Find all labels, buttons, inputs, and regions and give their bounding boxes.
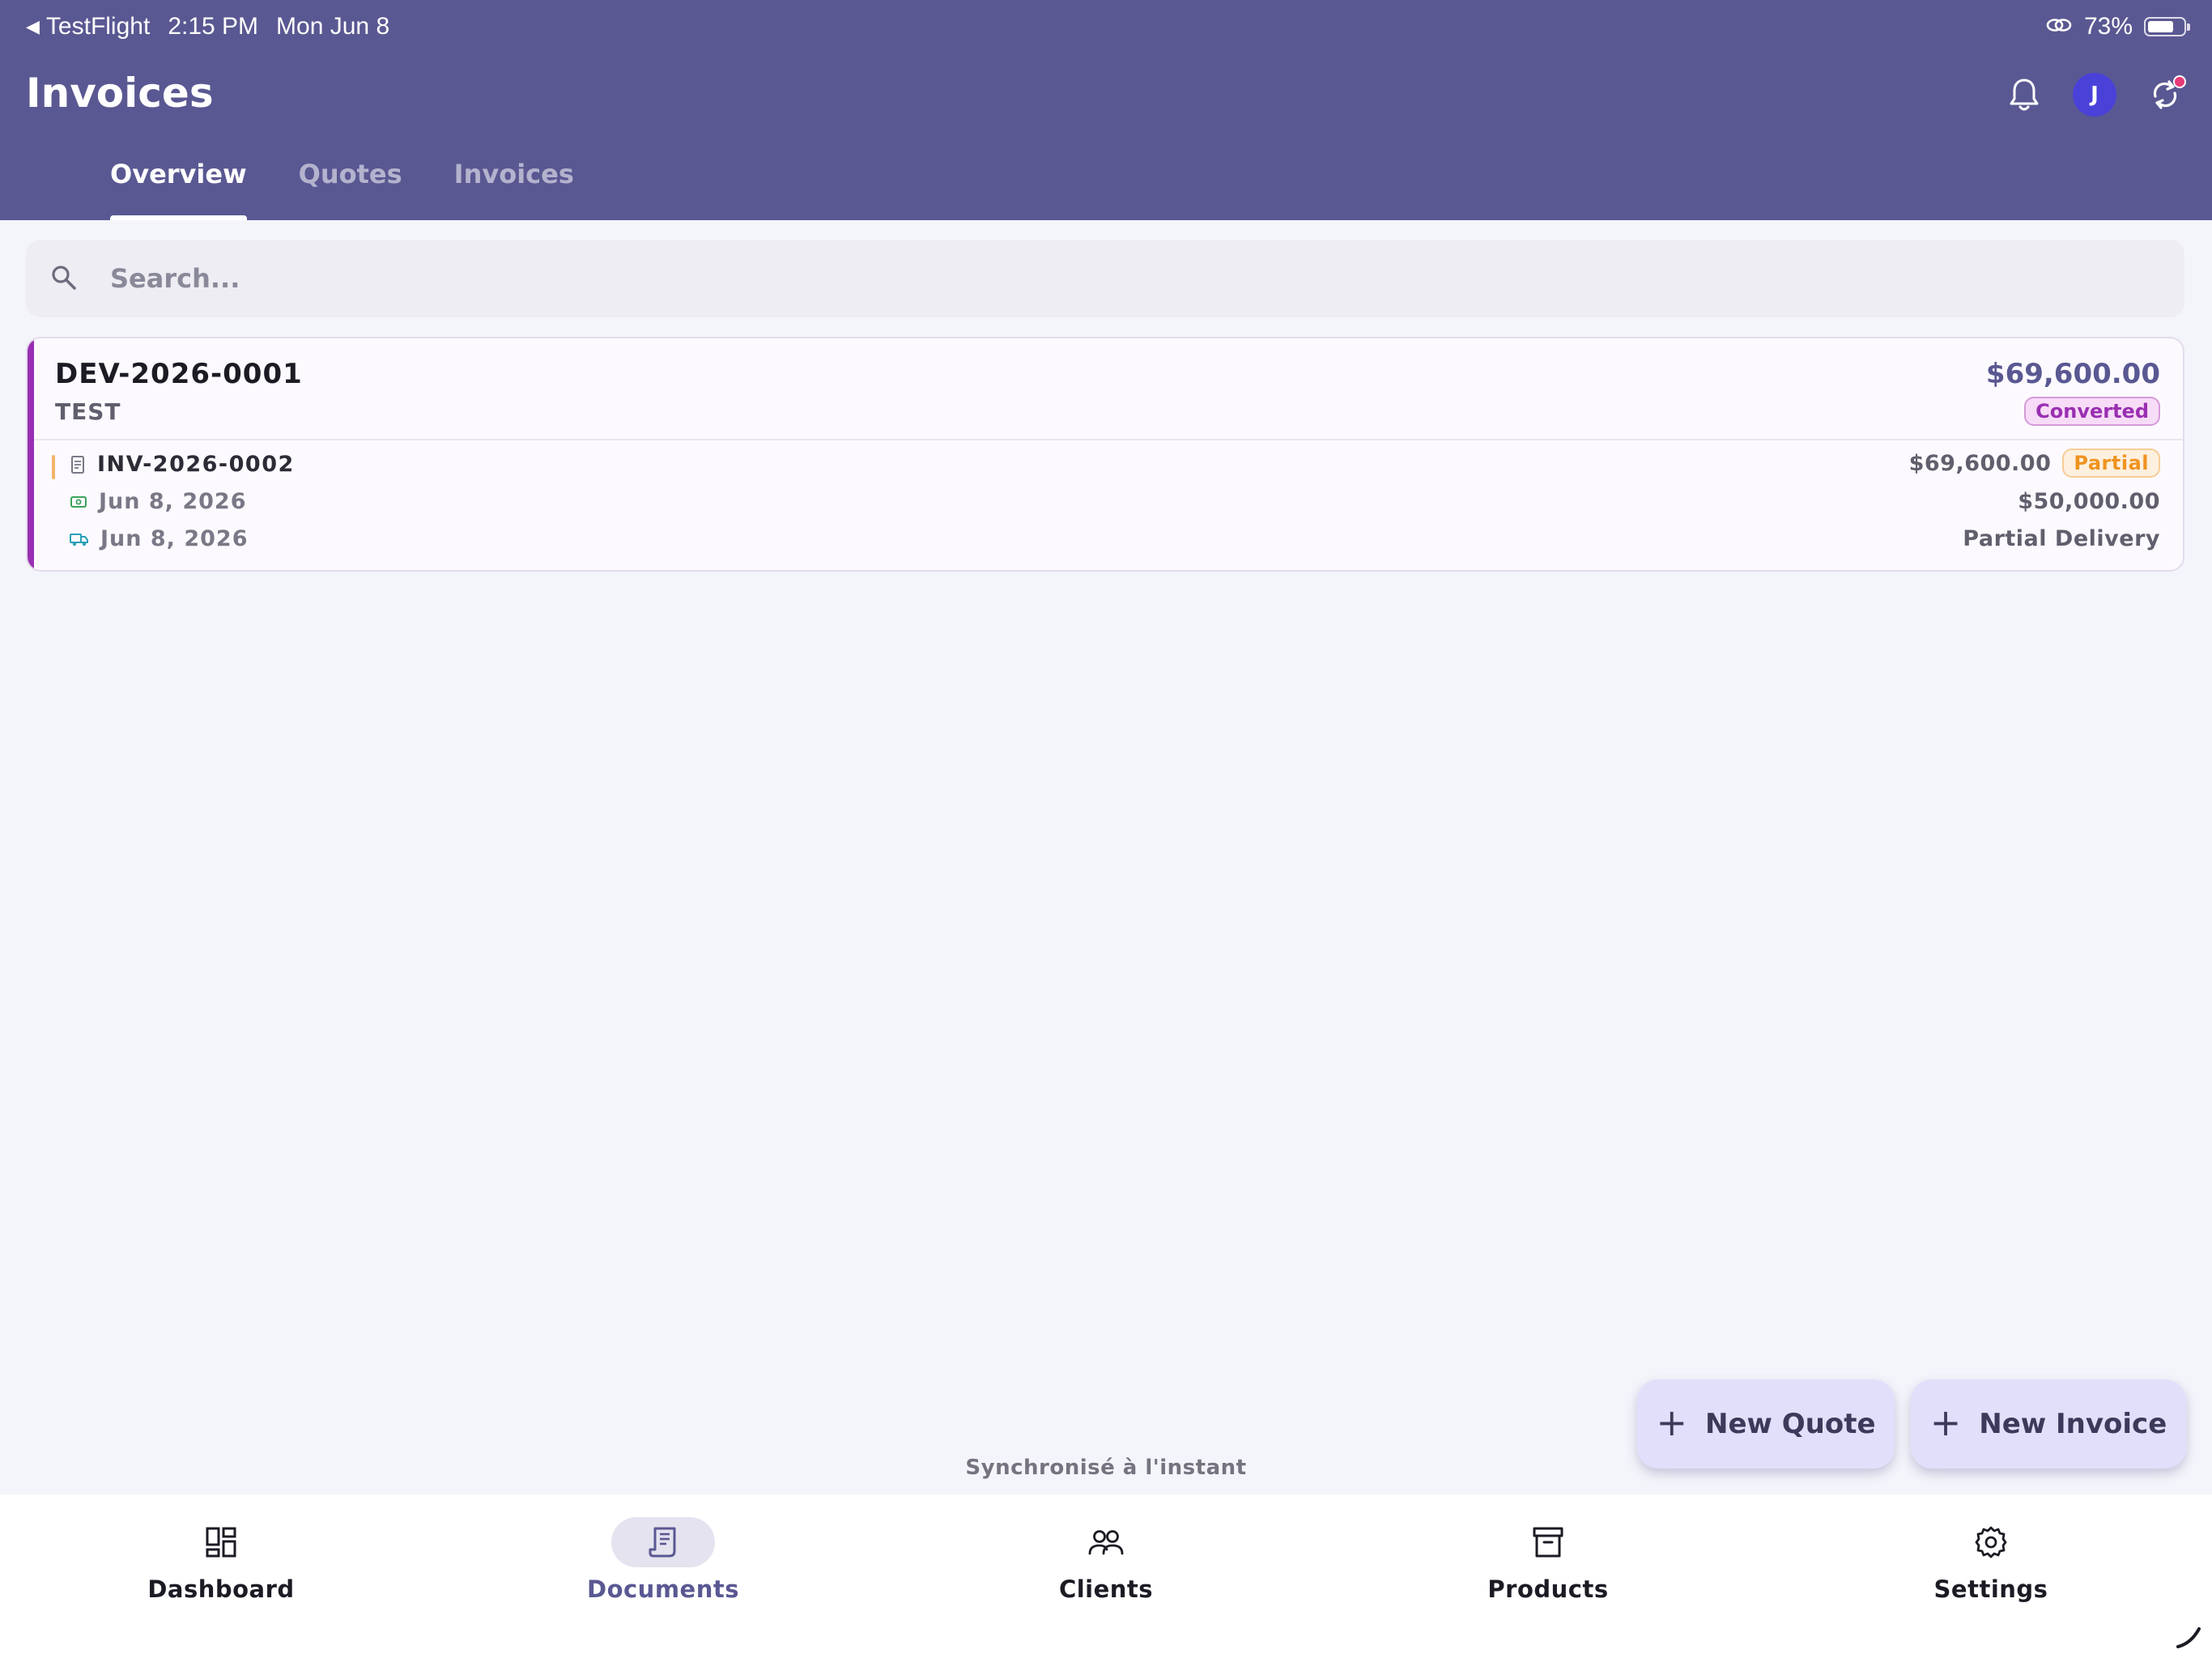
invoice-link-marker	[52, 455, 55, 479]
notifications-button[interactable]	[2003, 74, 2045, 116]
nav-item-products[interactable]: Products	[1427, 1517, 1670, 1603]
delivery-status-row: Partial Delivery	[1963, 526, 2160, 551]
plus-icon: +	[1929, 1401, 1962, 1444]
nav-item-clients[interactable]: Clients	[985, 1517, 1227, 1603]
nav-label-settings: Settings	[1933, 1575, 2048, 1603]
app-header: ◀ TestFlight 2:15 PM Mon Jun 8 73% Invoi…	[0, 0, 2212, 220]
clients-icon	[1054, 1517, 1158, 1567]
quote-card[interactable]: DEV-2026-0001 TEST $69,600.00 Converted …	[26, 337, 2184, 572]
home-indicator-icon	[2176, 1627, 2201, 1648]
invoice-amount: $69,600.00	[1908, 450, 2052, 476]
invoice-number: INV-2026-0002	[97, 452, 295, 477]
nav-label-documents: Documents	[587, 1575, 739, 1603]
dashboard-icon	[169, 1517, 273, 1567]
search-input[interactable]	[110, 240, 2134, 317]
bottom-nav: Dashboard Documents Clients Products Set…	[0, 1494, 2212, 1658]
truck-icon	[70, 533, 88, 546]
paid-amount: $50,000.00	[2018, 489, 2160, 514]
bell-icon	[2010, 79, 2039, 111]
page-title: Invoices	[26, 70, 214, 117]
search-bar[interactable]	[26, 240, 2184, 317]
sync-button[interactable]	[2144, 74, 2186, 116]
delivery-date: Jun 8, 2026	[100, 526, 249, 551]
products-icon	[1496, 1517, 1600, 1567]
nav-label-products: Products	[1487, 1575, 1609, 1603]
payment-icon	[70, 495, 87, 508]
linked-invoice-row[interactable]: INV-2026-0002	[70, 452, 295, 477]
status-badge-converted: Converted	[2024, 397, 2160, 426]
payment-row: Jun 8, 2026	[70, 489, 246, 514]
status-bar: ◀ TestFlight 2:15 PM Mon Jun 8 73%	[0, 0, 2212, 52]
new-invoice-button[interactable]: + New Invoice	[1911, 1380, 2186, 1469]
back-app-label[interactable]: TestFlight	[46, 13, 150, 40]
search-icon	[50, 264, 78, 295]
new-quote-button[interactable]: + New Quote	[1637, 1380, 1895, 1469]
payment-date: Jun 8, 2026	[99, 489, 247, 514]
quote-amount: $69,600.00	[1985, 358, 2160, 390]
battery-fill	[2148, 21, 2173, 32]
battery-percent: 73%	[2083, 13, 2133, 40]
plus-icon: +	[1656, 1401, 1687, 1444]
nav-label-dashboard: Dashboard	[147, 1575, 295, 1603]
tab-bar: Overview Quotes Invoices	[110, 159, 574, 220]
nav-label-clients: Clients	[1058, 1575, 1154, 1603]
delivery-row: Jun 8, 2026	[70, 526, 248, 551]
documents-icon	[611, 1517, 715, 1567]
invoice-amount-row: $69,600.00 Partial	[1909, 449, 2160, 478]
nav-item-dashboard[interactable]: Dashboard	[100, 1517, 342, 1603]
link-icon	[2045, 13, 2073, 40]
status-left: ◀ TestFlight 2:15 PM Mon Jun 8	[26, 13, 389, 40]
tab-invoices[interactable]: Invoices	[454, 159, 574, 220]
quote-number: DEV-2026-0001	[55, 358, 303, 390]
settings-icon	[1939, 1517, 2043, 1567]
tab-quotes[interactable]: Quotes	[299, 159, 402, 220]
nav-item-documents[interactable]: Documents	[542, 1517, 785, 1603]
battery-icon	[2144, 17, 2190, 36]
back-arrow-icon[interactable]: ◀	[26, 16, 40, 37]
new-invoice-label: New Invoice	[1979, 1408, 2167, 1440]
nav-item-settings[interactable]: Settings	[1870, 1517, 2112, 1603]
avatar[interactable]: J	[2073, 73, 2116, 117]
status-badge-partial: Partial	[2062, 449, 2160, 478]
status-time: 2:15 PM	[168, 13, 259, 40]
status-right: 73%	[2045, 13, 2190, 40]
tab-overview[interactable]: Overview	[110, 159, 247, 220]
sync-indicator-dot	[2173, 75, 2186, 88]
card-accent-bar	[28, 338, 34, 570]
card-divider	[34, 439, 2183, 440]
status-date: Mon Jun 8	[276, 13, 390, 40]
paid-amount-row: $50,000.00	[2018, 489, 2160, 514]
delivery-status: Partial Delivery	[1963, 526, 2160, 551]
new-quote-label: New Quote	[1705, 1408, 1876, 1440]
client-name: TEST	[55, 398, 121, 425]
header-actions: J	[2003, 73, 2186, 117]
document-icon	[71, 455, 84, 474]
